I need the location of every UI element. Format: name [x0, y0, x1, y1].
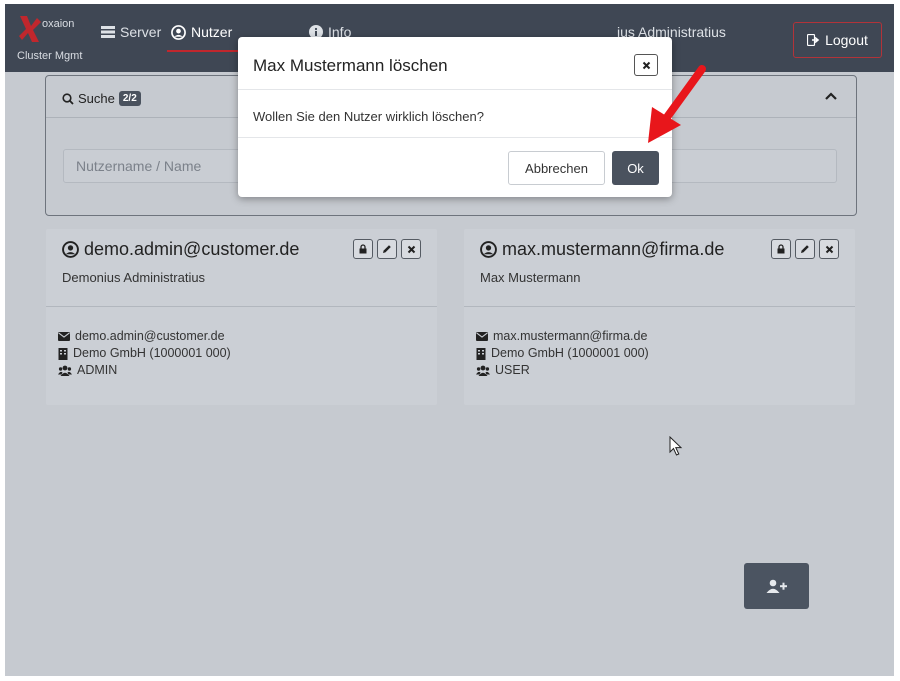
- lock-user-button[interactable]: [771, 239, 791, 259]
- logout-button[interactable]: Logout: [793, 22, 882, 58]
- search-title: Suche 2/2: [62, 91, 141, 106]
- edit-user-button[interactable]: [795, 239, 815, 259]
- user-email: demo.admin@customer.de: [75, 329, 225, 343]
- building-icon: [476, 347, 486, 360]
- search-count-badge: 2/2: [118, 91, 141, 106]
- user-company-row: Demo GmbH (1000001 000): [58, 345, 231, 362]
- user-email-row: max.mustermann@firma.de: [476, 328, 649, 345]
- divider: [46, 306, 437, 307]
- add-user-icon: [766, 579, 787, 593]
- user-company: Demo GmbH (1000001 000): [491, 346, 649, 360]
- search-icon: [62, 92, 74, 105]
- pencil-icon: [383, 245, 391, 253]
- nav-server[interactable]: Server: [101, 24, 161, 40]
- user-card: max.mustermann@firma.de Max Mustermann m…: [464, 229, 855, 405]
- delete-user-dialog: Max Mustermann löschen Wollen Sie den Nu…: [238, 37, 672, 197]
- envelope-icon: [58, 332, 70, 341]
- brand-logo-icon: [19, 16, 41, 42]
- lock-user-button[interactable]: [353, 239, 373, 259]
- user-circle-icon: [480, 241, 497, 258]
- user-email-row: demo.admin@customer.de: [58, 328, 231, 345]
- close-icon: [642, 61, 650, 69]
- user-company: Demo GmbH (1000001 000): [73, 346, 231, 360]
- user-card: demo.admin@customer.de Demonius Administ…: [46, 229, 437, 405]
- user-role-row: USER: [476, 362, 649, 379]
- nav-server-label: Server: [120, 24, 162, 40]
- app-frame: oxaion Cluster Mgmt Server Nutzer Info i…: [5, 4, 894, 676]
- mouse-cursor-icon: [669, 436, 683, 456]
- pencil-icon: [801, 245, 809, 253]
- envelope-icon: [476, 332, 488, 341]
- logout-label: Logout: [825, 32, 868, 48]
- user-card-actions: [353, 239, 421, 259]
- chevron-up-icon[interactable]: [822, 88, 840, 106]
- user-card-email-title: demo.admin@customer.de: [84, 239, 300, 259]
- user-card-details: max.mustermann@firma.de Demo GmbH (10000…: [476, 328, 649, 379]
- nav-users[interactable]: Nutzer: [171, 24, 232, 40]
- add-user-button[interactable]: [744, 563, 809, 609]
- users-icon: [58, 365, 72, 376]
- user-company-row: Demo GmbH (1000001 000): [476, 345, 649, 362]
- nav-users-label: Nutzer: [191, 24, 233, 40]
- close-icon: [825, 245, 833, 253]
- dialog-message: Wollen Sie den Nutzer wirklich löschen?: [253, 109, 484, 124]
- search-title-label: Suche: [78, 91, 115, 106]
- user-card-name: Max Mustermann: [480, 270, 581, 285]
- user-circle-icon: [62, 241, 79, 258]
- lock-icon: [359, 244, 367, 254]
- user-role: USER: [495, 363, 530, 377]
- list-icon: [101, 26, 115, 38]
- user-card-title: demo.admin@customer.de: [62, 239, 299, 260]
- user-role: ADMIN: [77, 363, 118, 377]
- divider: [464, 306, 855, 307]
- user-card-details: demo.admin@customer.de Demo GmbH (100000…: [58, 328, 231, 379]
- close-icon: [407, 245, 415, 253]
- delete-user-button[interactable]: [401, 239, 421, 259]
- user-email: max.mustermann@firma.de: [493, 329, 648, 343]
- user-card-name: Demonius Administratius: [62, 270, 206, 285]
- user-circle-icon: [171, 24, 186, 40]
- brand[interactable]: oxaion Cluster Mgmt: [17, 14, 87, 64]
- divider: [238, 137, 672, 138]
- users-icon: [476, 365, 490, 376]
- user-card-email-title: max.mustermann@firma.de: [502, 239, 725, 259]
- ok-button[interactable]: Ok: [612, 151, 659, 185]
- edit-user-button[interactable]: [377, 239, 397, 259]
- user-card-title: max.mustermann@firma.de: [480, 239, 724, 260]
- brand-name: oxaion: [42, 18, 75, 30]
- dialog-title: Max Mustermann löschen: [253, 56, 448, 75]
- dialog-header: Max Mustermann löschen: [238, 37, 672, 90]
- delete-user-button[interactable]: [819, 239, 839, 259]
- user-role-row: ADMIN: [58, 362, 231, 379]
- brand-subtitle: Cluster Mgmt: [17, 50, 83, 62]
- logout-icon: [807, 34, 820, 46]
- building-icon: [58, 347, 68, 360]
- dialog-close-button[interactable]: [634, 54, 658, 76]
- user-card-actions: [771, 239, 839, 259]
- lock-icon: [777, 244, 785, 254]
- cancel-button[interactable]: Abbrechen: [508, 151, 605, 185]
